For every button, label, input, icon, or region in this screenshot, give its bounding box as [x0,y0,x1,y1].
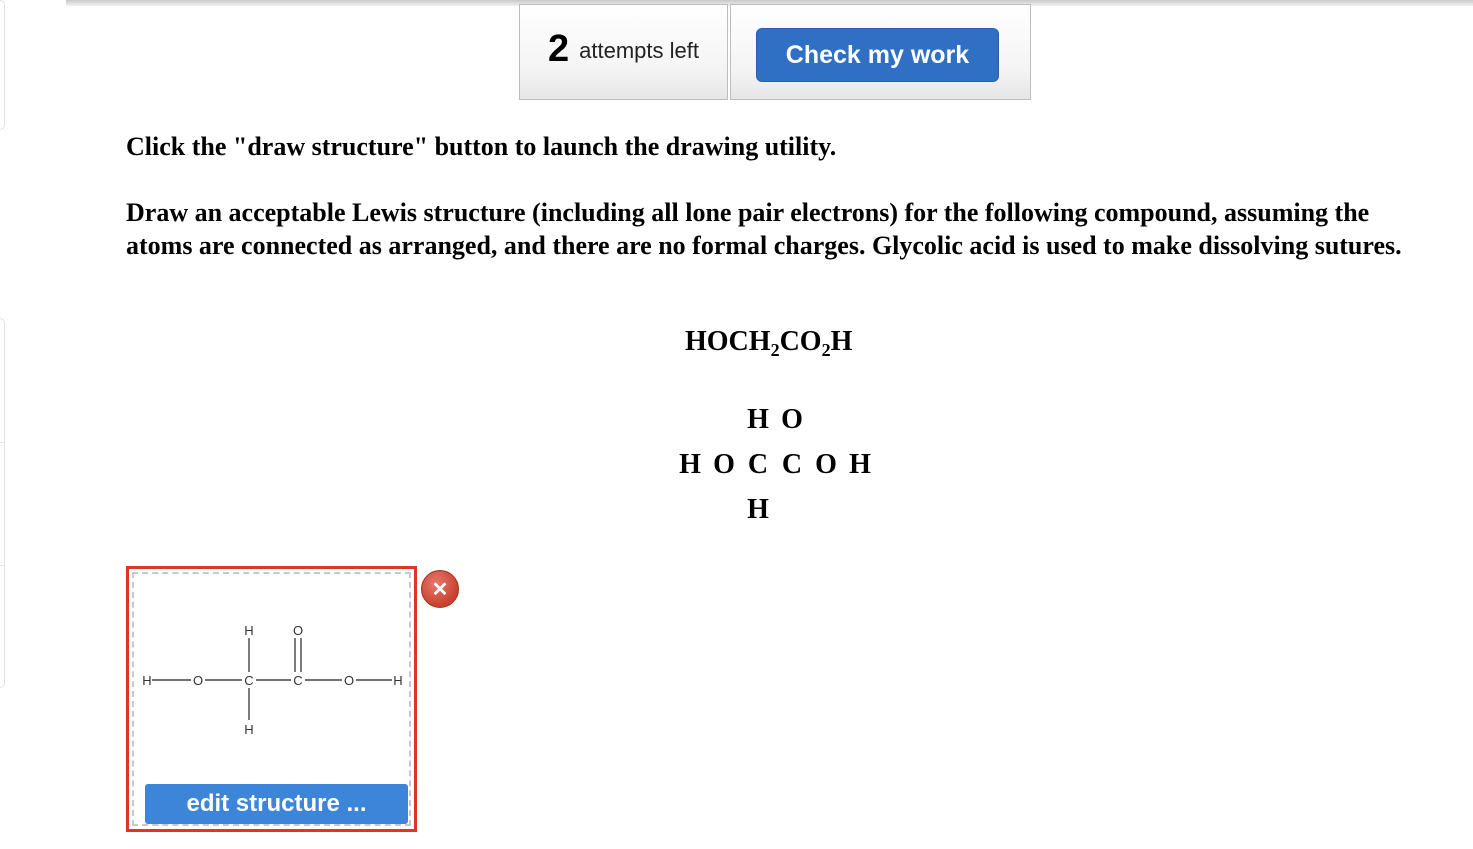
structure-preview-panel[interactable]: H O C C O H H O H edit structure ... [126,566,417,832]
formula-subscript: 2 [770,340,780,360]
formula-part: HOCH [685,326,771,357]
formula-part: CO [779,326,822,357]
instruction-launch-utility: Click the "draw structure" button to lau… [126,132,837,161]
check-my-work-button[interactable]: Check my work [756,28,999,82]
structure-canvas: H O C C O H H O H edit structure ... [132,572,411,826]
atom-label: O [713,449,735,480]
atom-grid-row-middle: HOCCOH [673,449,877,481]
atom-h: H [142,673,151,688]
atom-o: O [293,623,303,638]
left-panel-edge-top [0,0,5,130]
formula-part: H [830,326,853,357]
left-panel-edge-bottom [0,318,5,688]
atom-label: H [747,404,769,435]
x-close-icon[interactable]: ✕ [421,570,459,608]
atom-label: C [781,449,803,480]
atom-label: O [815,449,837,480]
atom-grid-row-bottom: H [741,494,775,526]
edit-structure-button[interactable]: edit structure ... [145,784,408,824]
atom-label: O [781,404,803,435]
atom-label: H [747,494,769,525]
atom-h: H [244,722,253,737]
atom-label: H [849,449,871,480]
check-work-container: Check my work [730,4,1031,100]
attempts-counter: 2 attempts left [519,4,728,100]
attempts-count: 2 [548,28,570,70]
attempts-label: attempts left [579,38,699,63]
atom-grid-row-top: HO [741,404,809,436]
left-panel-separator [0,565,4,566]
instruction-draw-lewis: Draw an acceptable Lewis structure (incl… [126,198,1402,260]
atom-o: O [344,673,354,688]
atom-c: C [293,673,302,688]
molecule-drawing: H O C C O H H O H [142,623,402,737]
atom-label: C [747,449,769,480]
atom-h: H [244,623,253,638]
chemical-formula: HOCH2CO2H [685,326,853,360]
atom-label: H [679,449,701,480]
formula-subscript: 2 [821,340,831,360]
left-panel-separator [0,442,4,443]
atom-c: C [244,673,253,688]
atom-o: O [193,673,203,688]
atom-h: H [393,673,402,688]
